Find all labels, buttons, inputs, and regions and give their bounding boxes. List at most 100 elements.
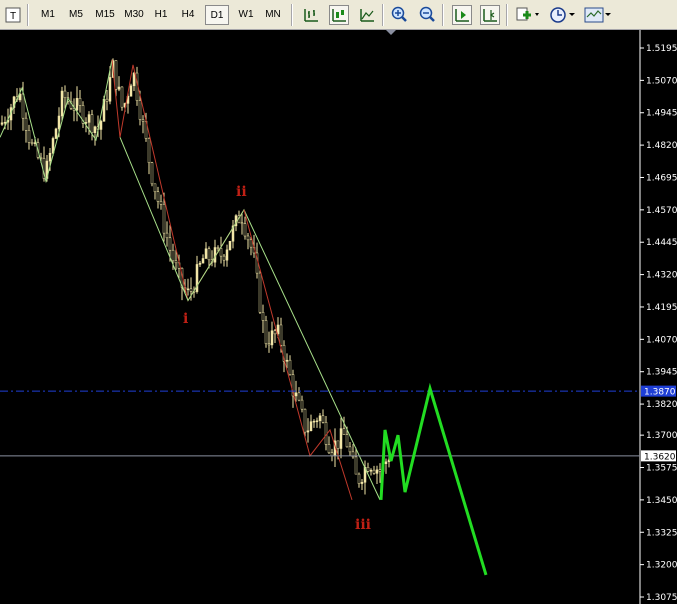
candle-body (159, 201, 163, 205)
level-price-label: 1.3870 (644, 388, 676, 398)
price-tick-label: 1.4195 (646, 303, 677, 313)
candle-body (240, 222, 244, 225)
price-tick-label: 1.3945 (646, 368, 677, 378)
price-tick-label: 1.4945 (646, 109, 677, 119)
timeframe-w1-button[interactable]: W1 (233, 5, 259, 25)
candle-body (258, 272, 262, 313)
price-tick-label: 1.3700 (646, 431, 677, 441)
candle-body (54, 128, 58, 139)
wave-label-ii: ii (236, 184, 247, 200)
candle-body (348, 446, 352, 453)
candle-body (327, 444, 331, 454)
candle-body (357, 473, 361, 484)
candle-body (48, 152, 52, 162)
candle-body (93, 126, 97, 133)
candle-body (261, 312, 265, 321)
timeframe-m5-button[interactable]: M5 (64, 5, 88, 25)
price-tick-label: 1.3075 (646, 593, 677, 603)
candle-body (270, 330, 274, 346)
price-tick-label: 1.3820 (646, 400, 677, 410)
chart-toolbar: T M1 M5 M15 M30 H1 H4 D1 W1 MN (0, 0, 677, 30)
periods-icon[interactable] (549, 5, 577, 25)
candle-body (378, 469, 382, 472)
bar-chart-icon[interactable] (301, 5, 321, 25)
candle-body (315, 420, 319, 423)
candle-body (21, 93, 25, 119)
candle-body (225, 249, 229, 261)
candle-body (336, 440, 340, 449)
candlestick-icon[interactable] (329, 5, 349, 25)
candle-body (279, 324, 283, 346)
zoom-out-icon[interactable] (417, 5, 437, 25)
zoom-in-icon[interactable] (389, 5, 409, 25)
candle-body (222, 255, 226, 261)
chart-canvas[interactable]: 1.5195 1.5070 1.4945 1.4820 1.4695 1.4570 1.44… (0, 30, 677, 604)
price-tick-label: 1.4445 (646, 238, 677, 248)
chart-shift-icon[interactable] (480, 5, 500, 25)
new-order-icon[interactable] (515, 5, 541, 25)
timeframe-m1-button[interactable]: M1 (36, 5, 60, 25)
toolbar-separator (27, 4, 29, 26)
candle-body (372, 469, 376, 474)
candle-body (306, 430, 310, 433)
svg-text:T: T (10, 11, 16, 22)
timeframe-mn-button[interactable]: MN (260, 5, 286, 25)
candle-body (141, 119, 145, 122)
candle-body (138, 100, 142, 120)
candle-body (78, 98, 82, 106)
candle-body (162, 204, 166, 234)
candle-body (285, 359, 289, 362)
text-icon[interactable]: T (3, 5, 23, 25)
candle-body (366, 467, 370, 472)
price-tick-label: 1.3575 (646, 464, 677, 474)
current-price-label: 1.3620 (644, 452, 676, 462)
timeframe-d1-button[interactable]: D1 (205, 5, 229, 25)
timeframe-h4-button[interactable]: H4 (176, 5, 200, 25)
wave-label-i: i (183, 311, 188, 327)
candle-body (108, 77, 112, 102)
candle-body (264, 320, 268, 344)
auto-scroll-icon[interactable] (452, 5, 472, 25)
price-tick-label: 1.5195 (646, 44, 677, 54)
candle-body (99, 121, 103, 130)
candle-body (105, 98, 109, 102)
line-chart-icon[interactable] (357, 5, 377, 25)
candle-body (171, 249, 175, 262)
candle-body (117, 86, 121, 90)
timeframe-m15-button[interactable]: M15 (91, 5, 119, 25)
candle-body (132, 72, 136, 87)
candle-body (369, 469, 373, 472)
price-tick-label: 1.3325 (646, 528, 677, 538)
toolbar-separator (382, 4, 384, 26)
candle-body (129, 85, 133, 97)
current-price-tag: 1.3620 (641, 450, 676, 462)
level-price-tag: 1.3870 (641, 385, 676, 398)
candle-body (87, 114, 91, 123)
templates-icon[interactable] (584, 5, 612, 25)
candle-body (342, 428, 346, 435)
candle-body (207, 248, 211, 261)
price-chart[interactable]: 1.5195 1.5070 1.4945 1.4820 1.4695 1.4570 1.44… (0, 30, 677, 604)
candle-body (330, 452, 334, 456)
price-tick-label: 1.5070 (646, 76, 677, 86)
candle-body (63, 90, 67, 98)
candle-body (303, 408, 307, 433)
candle-body (204, 248, 208, 259)
candle-body (294, 392, 298, 397)
price-tick-label: 1.4820 (646, 141, 677, 151)
candle-body (147, 138, 151, 163)
candle-body (318, 415, 322, 422)
candle-body (75, 98, 79, 111)
timeframe-h1-button[interactable]: H1 (149, 5, 173, 25)
candle-body (27, 130, 31, 143)
candle-body (384, 461, 388, 464)
candle-body (165, 232, 169, 239)
candle-body (174, 260, 178, 264)
price-tick-label: 1.4570 (646, 206, 677, 216)
timeframe-m30-button[interactable]: M30 (120, 5, 148, 25)
candle-body (186, 288, 190, 291)
candle-body (216, 247, 220, 249)
candle-body (273, 330, 277, 335)
candle-body (30, 142, 34, 144)
price-tick-label: 1.3200 (646, 561, 677, 571)
